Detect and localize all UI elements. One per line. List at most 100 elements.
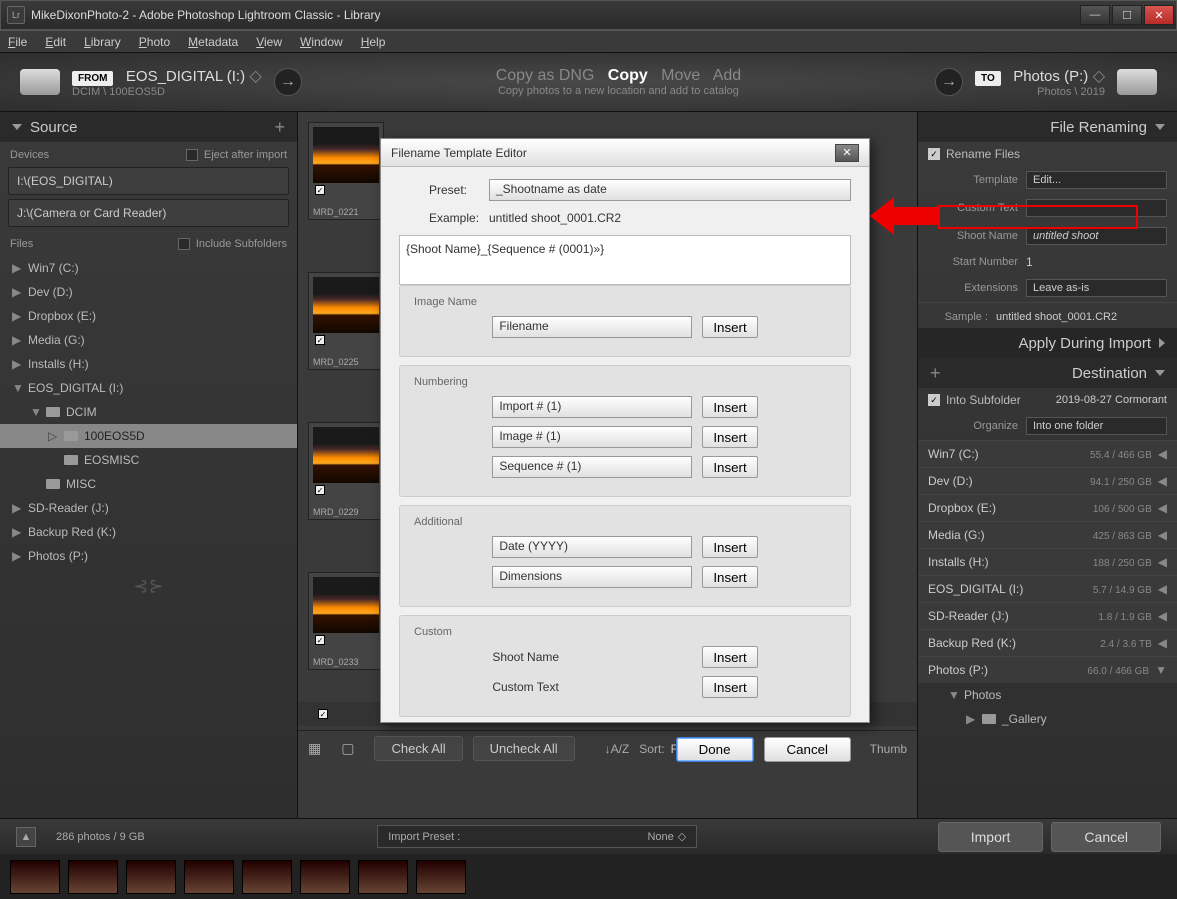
seqnum-dropdown[interactable]: Sequence # (1) — [492, 456, 692, 478]
dest-drive-photos[interactable]: Photos (P:)66.0 / 466 GB▼ — [918, 656, 1177, 683]
subfolder-value[interactable]: 2019-08-27 Cormorant — [1056, 394, 1167, 406]
drive-dev[interactable]: ▶Dev (D:) — [0, 280, 297, 304]
mode-add[interactable]: Add — [713, 67, 741, 84]
dest-drive-sd[interactable]: SD-Reader (J:)1.8 / 1.9 GB◀ — [918, 602, 1177, 629]
dialog-cancel-button[interactable]: Cancel — [764, 737, 852, 762]
add-dest-icon[interactable]: + — [930, 363, 941, 384]
filmstrip-thumb[interactable] — [68, 860, 118, 894]
triangle-down-icon[interactable] — [12, 124, 22, 130]
filmstrip-thumb[interactable] — [126, 860, 176, 894]
insert-button[interactable]: Insert — [702, 566, 757, 588]
import-button[interactable]: Import — [938, 822, 1044, 852]
filmstrip-thumb[interactable] — [242, 860, 292, 894]
template-textarea[interactable]: {Shoot Name}_{Sequence # (0001)»} — [399, 235, 851, 285]
add-source-icon[interactable]: + — [274, 117, 285, 138]
thumb-checkbox[interactable]: ✓ — [315, 335, 325, 345]
drive-installs[interactable]: ▶Installs (H:) — [0, 352, 297, 376]
device-reader[interactable]: J:\(Camera or Card Reader) — [8, 199, 289, 227]
dest-drive-dropbox[interactable]: Dropbox (E:)106 / 500 GB◀ — [918, 494, 1177, 521]
thumb-checkbox[interactable]: ✓ — [315, 635, 325, 645]
insert-button[interactable]: Insert — [702, 676, 757, 698]
intosubfolder-checkbox[interactable]: ✓ — [928, 394, 940, 406]
filmstrip-thumb[interactable] — [416, 860, 466, 894]
startnum-value[interactable]: 1 — [1026, 255, 1033, 269]
arrow-right-icon[interactable]: → — [274, 68, 302, 96]
filmstrip-thumb[interactable] — [300, 860, 350, 894]
folder-dcim[interactable]: ▼DCIM — [0, 400, 297, 424]
rename-checkbox[interactable]: ✓ — [928, 148, 940, 160]
insert-button[interactable]: Insert — [702, 396, 757, 418]
menu-help[interactable]: Help — [361, 35, 386, 49]
minimize-button[interactable]: — — [1080, 5, 1110, 25]
dialog-close-button[interactable]: ✕ — [835, 144, 859, 162]
menu-photo[interactable]: Photo — [139, 35, 170, 49]
menu-window[interactable]: Window — [300, 35, 343, 49]
drive-eos[interactable]: ▼EOS_DIGITAL (I:) — [0, 376, 297, 400]
organize-dropdown[interactable]: Into one folder — [1026, 417, 1167, 435]
drive-photos[interactable]: ▶Photos (P:) — [0, 544, 297, 568]
folder-100eos5d[interactable]: ▷100EOS5D — [0, 424, 297, 448]
drive-media[interactable]: ▶Media (G:) — [0, 328, 297, 352]
triangle-down-icon[interactable] — [1155, 370, 1165, 376]
drive-backup[interactable]: ▶Backup Red (K:) — [0, 520, 297, 544]
loupe-view-icon[interactable]: ▢ — [341, 740, 354, 757]
drive-sd[interactable]: ▶SD-Reader (J:) — [0, 496, 297, 520]
to-drive[interactable]: Photos (P:) — [1013, 68, 1088, 85]
close-button[interactable]: ✕ — [1144, 5, 1174, 25]
ext-dropdown[interactable]: Leave as-is — [1026, 279, 1167, 297]
dest-drive-backup[interactable]: Backup Red (K:)2.4 / 3.6 TB◀ — [918, 629, 1177, 656]
insert-button[interactable]: Insert — [702, 646, 757, 668]
dest-drive-eos[interactable]: EOS_DIGITAL (I:)5.7 / 14.9 GB◀ — [918, 575, 1177, 602]
imagenum-dropdown[interactable]: Image # (1) — [492, 426, 692, 448]
shootname-input[interactable]: untitled shoot — [1026, 227, 1167, 245]
folder-eosmisc[interactable]: EOSMISC — [0, 448, 297, 472]
folder-misc[interactable]: MISC — [0, 472, 297, 496]
drive-dropbox[interactable]: ▶Dropbox (E:) — [0, 304, 297, 328]
menu-metadata[interactable]: Metadata — [188, 35, 238, 49]
thumbnail[interactable]: ✓MRD_0233 — [308, 572, 384, 670]
dest-drive-media[interactable]: Media (G:)425 / 863 GB◀ — [918, 521, 1177, 548]
date-dropdown[interactable]: Date (YYYY) — [492, 536, 692, 558]
import-preset-dropdown[interactable]: None — [647, 831, 673, 843]
triangle-down-icon[interactable] — [1155, 124, 1165, 130]
insert-button[interactable]: Insert — [702, 426, 757, 448]
drive-win7[interactable]: ▶Win7 (C:) — [0, 256, 297, 280]
dest-drive-win7[interactable]: Win7 (C:)55.4 / 466 GB◀ — [918, 440, 1177, 467]
dimensions-dropdown[interactable]: Dimensions — [492, 566, 692, 588]
from-drive[interactable]: EOS_DIGITAL (I:) — [126, 68, 245, 85]
eject-checkbox[interactable] — [186, 149, 198, 161]
cancel-button[interactable]: Cancel — [1051, 822, 1161, 852]
device-eos[interactable]: I:\(EOS_DIGITAL) — [8, 167, 289, 195]
dest-drive-dev[interactable]: Dev (D:)94.1 / 250 GB◀ — [918, 467, 1177, 494]
mode-dng[interactable]: Copy as DNG — [496, 67, 595, 84]
filmstrip-thumb[interactable] — [184, 860, 234, 894]
thumbnail[interactable]: ✓MRD_0225 — [308, 272, 384, 370]
thumbnail[interactable]: ✓MRD_0229 — [308, 422, 384, 520]
template-dropdown[interactable]: Edit... — [1026, 171, 1167, 189]
insert-button[interactable]: Insert — [702, 536, 757, 558]
thumb-checkbox[interactable]: ✓ — [315, 485, 325, 495]
done-button[interactable]: Done — [676, 737, 754, 762]
thumb-checkbox[interactable]: ✓ — [315, 185, 325, 195]
dest-folder-gallery[interactable]: ▶_Gallery — [918, 707, 1177, 731]
maximize-button[interactable]: ☐ — [1112, 5, 1142, 25]
insert-button[interactable]: Insert — [702, 456, 757, 478]
insert-button[interactable]: Insert — [702, 316, 757, 338]
filename-dropdown[interactable]: Filename — [492, 316, 692, 338]
triangle-left-icon[interactable] — [1159, 338, 1165, 348]
preset-dropdown[interactable]: _Shootname as date — [489, 179, 851, 201]
menu-file[interactable]: File — [8, 35, 27, 49]
filmstrip-thumb[interactable] — [10, 860, 60, 894]
dest-folder-photos[interactable]: ▼Photos — [918, 683, 1177, 707]
menu-view[interactable]: View — [256, 35, 282, 49]
filmstrip-thumb[interactable] — [358, 860, 408, 894]
menu-library[interactable]: Library — [84, 35, 121, 49]
mode-move[interactable]: Move — [661, 67, 700, 84]
menu-edit[interactable]: Edit — [45, 35, 66, 49]
arrow-right-icon-2[interactable]: → — [935, 68, 963, 96]
importnum-dropdown[interactable]: Import # (1) — [492, 396, 692, 418]
expand-filmstrip-button[interactable]: ▲ — [16, 827, 36, 847]
thumbnail[interactable]: ✓MRD_0221 — [308, 122, 384, 220]
mode-copy[interactable]: Copy — [608, 67, 648, 84]
thumb-checkbox[interactable]: ✓ — [318, 709, 328, 719]
